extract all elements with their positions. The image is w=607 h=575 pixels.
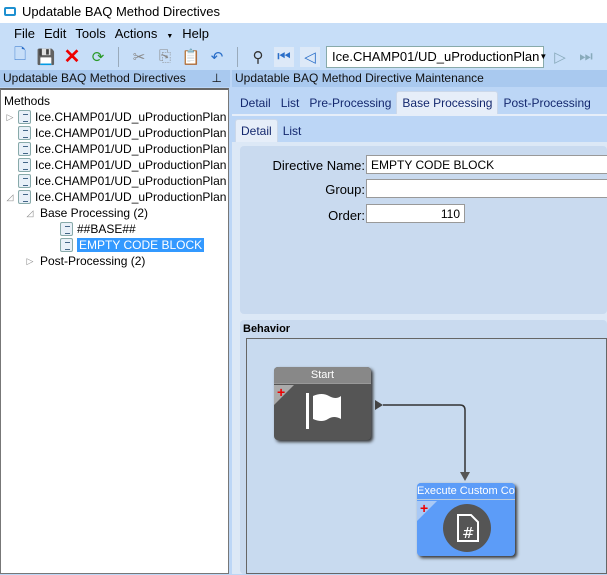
- tree-method[interactable]: ▷ Ice.CHAMP01/UD_uProductionPlan: [4, 109, 228, 125]
- menu-tools[interactable]: Tools: [75, 26, 105, 41]
- title-bar: Updatable BAQ Method Directives: [0, 0, 607, 23]
- collapse-icon[interactable]: ◿: [4, 192, 16, 203]
- method-icon: [18, 190, 31, 204]
- tree-method[interactable]: ◿ Ice.CHAMP01/UD_uProductionPlan: [4, 189, 228, 205]
- collapse-icon[interactable]: ◿: [24, 208, 36, 219]
- search-binoculars-icon[interactable]: ⚲: [248, 47, 268, 67]
- methods-tree: Methods ▷ Ice.CHAMP01/UD_uProductionPlan …: [0, 88, 229, 574]
- execute-custom-code-block[interactable]: Execute Custom Code + #: [417, 483, 515, 556]
- start-block-title: Start: [274, 367, 371, 384]
- tree-method[interactable]: Ice.CHAMP01/UD_uProductionPlan: [4, 125, 228, 141]
- subtab-list[interactable]: List: [278, 120, 307, 142]
- method-icon: [18, 126, 31, 140]
- add-icon[interactable]: +: [277, 385, 285, 399]
- toolbar: 🗋 💾 ✕ ⟳ ✂ ⎘ 📋 ↶ ⚲ ⏮ ◁ Ice.CHAMP01/UD_uPr…: [0, 43, 607, 70]
- menu-actions[interactable]: Actions ▼: [115, 26, 174, 41]
- directive-name-label: Directive Name:: [272, 158, 365, 173]
- tree-method[interactable]: Ice.CHAMP01/UD_uProductionPlan: [4, 141, 228, 157]
- tree-group-base[interactable]: ◿ Base Processing (2): [4, 205, 228, 221]
- menu-help[interactable]: Help: [182, 26, 209, 41]
- start-block[interactable]: Start +: [274, 367, 371, 440]
- behavior-label: Behavior: [243, 323, 291, 335]
- tree-directive-selected[interactable]: EMPTY CODE BLOCK: [4, 237, 228, 253]
- window-title: Updatable BAQ Method Directives: [22, 4, 220, 19]
- delete-icon[interactable]: ✕: [62, 46, 82, 68]
- copy-icon[interactable]: ⎘: [155, 47, 175, 67]
- group-input[interactable]: [366, 179, 607, 198]
- tree-method[interactable]: Ice.CHAMP01/UD_uProductionPlan: [4, 173, 228, 189]
- save-icon[interactable]: 💾: [36, 47, 56, 67]
- app-icon: [4, 7, 16, 16]
- directive-icon: [60, 238, 73, 252]
- refresh-icon[interactable]: ⟳: [88, 47, 108, 67]
- new-icon[interactable]: 🗋: [10, 46, 30, 67]
- expand-icon[interactable]: ▷: [4, 112, 16, 123]
- method-icon: [18, 158, 31, 172]
- code-file-icon: #: [443, 504, 491, 552]
- svg-text:#: #: [462, 524, 475, 542]
- pin-icon[interactable]: ⊥: [212, 70, 222, 87]
- tab-list[interactable]: List: [276, 92, 305, 114]
- method-icon: [18, 142, 31, 156]
- menu-bar: File Edit Tools Actions ▼ Help: [0, 23, 607, 43]
- first-record-icon[interactable]: ⏮: [274, 46, 294, 67]
- tab-base-processing[interactable]: Base Processing: [396, 91, 499, 114]
- tree-root[interactable]: Methods: [4, 93, 228, 109]
- chevron-down-icon: ▼: [539, 52, 548, 61]
- expand-icon[interactable]: ▷: [24, 256, 36, 267]
- separator: [237, 46, 238, 67]
- tree-directive[interactable]: ##BASE##: [4, 221, 228, 237]
- tab-detail[interactable]: Detail: [235, 92, 276, 114]
- next-record-icon[interactable]: ▷: [550, 47, 570, 67]
- method-icon: [18, 174, 31, 188]
- menu-file[interactable]: File: [14, 26, 35, 41]
- directive-name-input[interactable]: EMPTY CODE BLOCK: [366, 155, 607, 174]
- tab-pre-processing[interactable]: Pre-Processing: [304, 92, 396, 114]
- workflow-canvas[interactable]: Start + Execute Custom Code + #: [246, 338, 607, 574]
- record-navigator-combo[interactable]: Ice.CHAMP01/UD_uProductionPlan ▼: [326, 45, 548, 68]
- cut-icon[interactable]: ✂: [129, 47, 149, 67]
- previous-record-icon[interactable]: ◁: [300, 46, 320, 67]
- order-input[interactable]: 110: [366, 204, 465, 223]
- dropdown-arrow-icon: ▼: [166, 32, 174, 40]
- main-tabs: Detail List Pre-Processing Base Processi…: [232, 88, 607, 114]
- flag-icon: [306, 393, 341, 429]
- tree-group-post[interactable]: ▷ Post-Processing (2): [4, 253, 228, 269]
- last-record-icon[interactable]: ⏭: [576, 47, 596, 67]
- directive-icon: [60, 222, 73, 236]
- method-icon: [18, 110, 31, 124]
- custom-code-block-title: Execute Custom Code: [417, 483, 515, 500]
- group-label: Group:: [325, 182, 365, 197]
- add-icon[interactable]: +: [420, 501, 428, 515]
- menu-edit[interactable]: Edit: [44, 26, 66, 41]
- tab-post-processing[interactable]: Post-Processing: [498, 92, 595, 114]
- separator: [118, 46, 119, 67]
- subtab-detail[interactable]: Detail: [235, 119, 278, 142]
- tree-method[interactable]: Ice.CHAMP01/UD_uProductionPlan: [4, 157, 228, 173]
- left-panel-header: Updatable BAQ Method Directives ⊥: [0, 70, 230, 87]
- undo-icon[interactable]: ↶: [207, 47, 227, 67]
- order-label: Order:: [328, 208, 365, 223]
- sub-tabs: Detail List: [232, 114, 607, 142]
- directive-form: Directive Name: EMPTY CODE BLOCK Group: …: [240, 146, 607, 314]
- right-panel-header: Updatable BAQ Method Directive Maintenan…: [232, 70, 607, 87]
- paste-icon[interactable]: 📋: [181, 47, 201, 67]
